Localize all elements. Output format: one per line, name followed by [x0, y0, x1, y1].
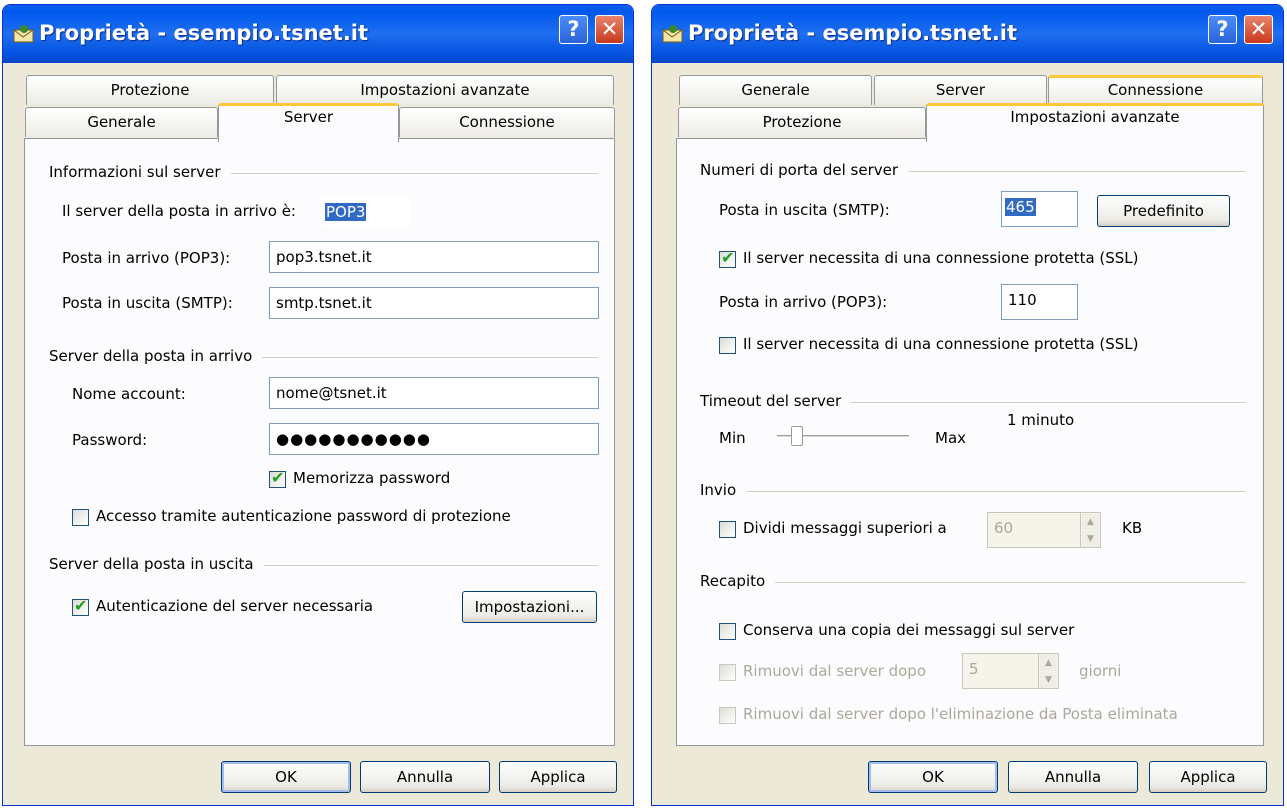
pop3-label: Posta in arrivo (POP3):	[62, 249, 231, 267]
help-button[interactable]: ?	[559, 15, 588, 44]
split-messages-checkbox[interactable]	[719, 521, 736, 538]
remove-days-spinner: ▲ ▼	[1038, 654, 1058, 688]
settings-button[interactable]: Impostazioni...	[462, 591, 597, 623]
window-title: Proprietà - esempio.tsnet.it	[688, 21, 1018, 45]
incoming-type-value: POP3	[322, 196, 410, 226]
pop3-port-label: Posta in arrivo (POP3):	[719, 293, 888, 311]
apply-button[interactable]: Applica	[499, 761, 617, 793]
title-bar[interactable]: Proprietà - esempio.tsnet.it ? ✕	[652, 5, 1283, 63]
remember-password-checkbox[interactable]: ✔	[269, 468, 286, 488]
mail-account-icon	[13, 24, 35, 44]
tab-panel: Numeri di porta del server Posta in usci…	[676, 138, 1264, 746]
tab-protezione[interactable]: Protezione	[678, 107, 926, 137]
help-button[interactable]: ?	[1208, 15, 1237, 44]
remove-deleted-label: Rimuovi dal server dopo l'eliminazione d…	[743, 705, 1178, 723]
timeout-value: 1 minuto	[1007, 411, 1075, 429]
smtp-label: Posta in uscita (SMTP):	[62, 294, 233, 312]
ok-button[interactable]: OK	[868, 761, 998, 793]
apply-button[interactable]: Applica	[1149, 761, 1267, 793]
incoming-type-label: Il server della posta in arrivo è:	[62, 202, 296, 220]
tab-generale[interactable]: Generale	[679, 75, 872, 105]
split-size-spinner: ▲ ▼	[1080, 513, 1100, 547]
tab-server[interactable]: Server	[218, 103, 399, 142]
pop3-port-input[interactable]: 110	[1001, 284, 1078, 320]
tab-impostazioni-avanzate[interactable]: Impostazioni avanzate	[926, 103, 1264, 142]
properties-window-server: Proprietà - esempio.tsnet.it ? ✕ Protezi…	[2, 4, 634, 806]
tab-impostazioni-avanzate[interactable]: Impostazioni avanzate	[276, 75, 614, 105]
properties-window-advanced: Proprietà - esempio.tsnet.it ? ✕ General…	[651, 4, 1284, 806]
keep-copy-label: Conserva una copia dei messaggi sul serv…	[743, 621, 1075, 639]
group-delivery: Recapito	[700, 572, 1246, 592]
smtp-port-label: Posta in uscita (SMTP):	[719, 201, 890, 219]
tab-generale[interactable]: Generale	[25, 107, 218, 137]
server-auth-checkbox[interactable]: ✔	[72, 596, 89, 616]
mail-account-icon	[662, 24, 684, 44]
tab-protezione[interactable]: Protezione	[26, 75, 274, 105]
tab-connessione[interactable]: Connessione	[399, 107, 615, 137]
ssl-smtp-checkbox[interactable]: ✔	[719, 248, 736, 268]
timeout-min-label: Min	[719, 429, 746, 447]
tab-panel: Informazioni sul server Il server della …	[24, 138, 615, 746]
remove-after-checkbox	[719, 664, 736, 681]
close-button[interactable]: ✕	[595, 15, 624, 44]
account-input[interactable]: nome@tsnet.it	[269, 377, 599, 409]
title-bar[interactable]: Proprietà - esempio.tsnet.it ? ✕	[3, 5, 633, 63]
tab-connessione[interactable]: Connessione	[1048, 75, 1263, 105]
account-label: Nome account:	[72, 385, 186, 403]
timeout-max-label: Max	[935, 429, 967, 447]
keep-copy-checkbox[interactable]	[719, 623, 736, 640]
spa-checkbox[interactable]	[72, 509, 89, 526]
tab-server[interactable]: Server	[874, 75, 1047, 105]
ok-button[interactable]: OK	[221, 761, 351, 793]
password-input[interactable]: ●●●●●●●●●●●	[269, 423, 599, 455]
group-outgoing-server: Server della posta in uscita	[49, 555, 598, 575]
group-server-timeout: Timeout del server	[700, 392, 1246, 412]
server-auth-label: Autenticazione del server necessaria	[96, 597, 374, 615]
split-messages-label: Dividi messaggi superiori a	[743, 519, 947, 537]
cancel-button[interactable]: Annulla	[1008, 761, 1138, 793]
timeout-slider-thumb[interactable]	[791, 426, 803, 446]
group-server-info: Informazioni sul server	[49, 163, 598, 183]
remember-password-label: Memorizza password	[293, 469, 451, 487]
ssl-pop3-checkbox[interactable]	[719, 337, 736, 354]
default-button[interactable]: Predefinito	[1097, 195, 1230, 227]
remove-deleted-checkbox	[719, 707, 736, 724]
split-unit-label: KB	[1122, 519, 1143, 537]
ssl-pop3-label: Il server necessita di una connessione p…	[743, 335, 1139, 353]
group-send: Invio	[700, 481, 1246, 501]
days-unit-label: giorni	[1079, 662, 1122, 680]
cancel-button[interactable]: Annulla	[360, 761, 490, 793]
pop3-server-input[interactable]: pop3.tsnet.it	[269, 241, 599, 273]
close-button[interactable]: ✕	[1244, 15, 1273, 44]
password-label: Password:	[72, 431, 148, 449]
spa-label: Accesso tramite autenticazione password …	[96, 507, 511, 525]
smtp-server-input[interactable]: smtp.tsnet.it	[269, 287, 599, 319]
group-server-ports: Numeri di porta del server	[700, 161, 1246, 181]
smtp-port-input[interactable]: 465	[1001, 191, 1078, 227]
group-incoming-server: Server della posta in arrivo	[49, 347, 598, 367]
window-title: Proprietà - esempio.tsnet.it	[39, 21, 369, 45]
remove-after-label: Rimuovi dal server dopo	[743, 662, 926, 680]
ssl-smtp-label: Il server necessita di una connessione p…	[743, 249, 1139, 267]
